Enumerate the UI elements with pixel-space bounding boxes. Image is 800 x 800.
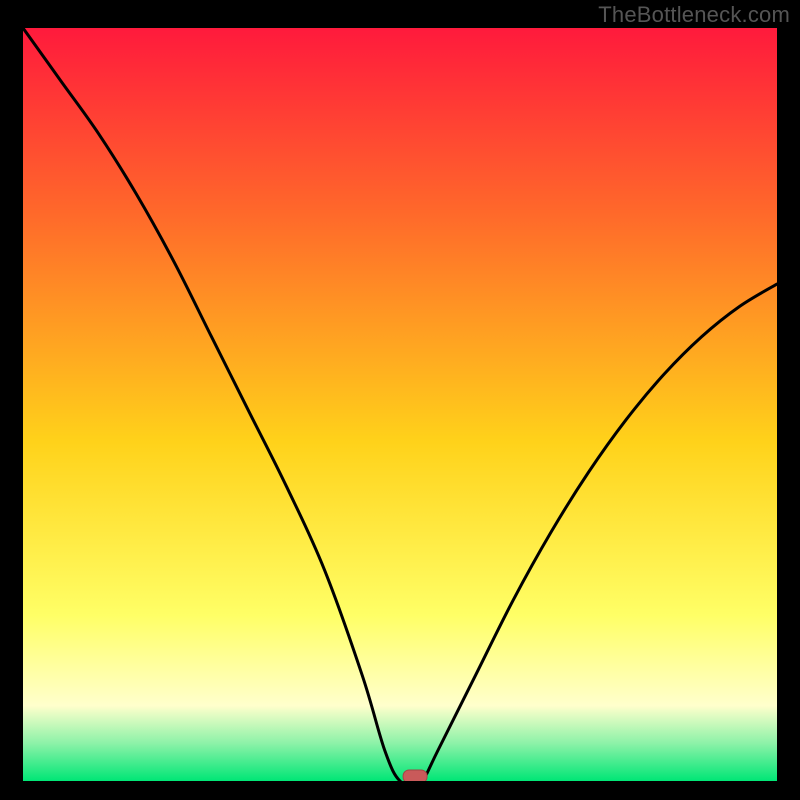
bottleneck-chart — [23, 28, 777, 781]
optimal-marker — [403, 770, 427, 781]
plot-area — [23, 28, 777, 781]
chart-frame: TheBottleneck.com — [0, 0, 800, 800]
gradient-background — [23, 28, 777, 781]
watermark-text: TheBottleneck.com — [598, 2, 790, 28]
